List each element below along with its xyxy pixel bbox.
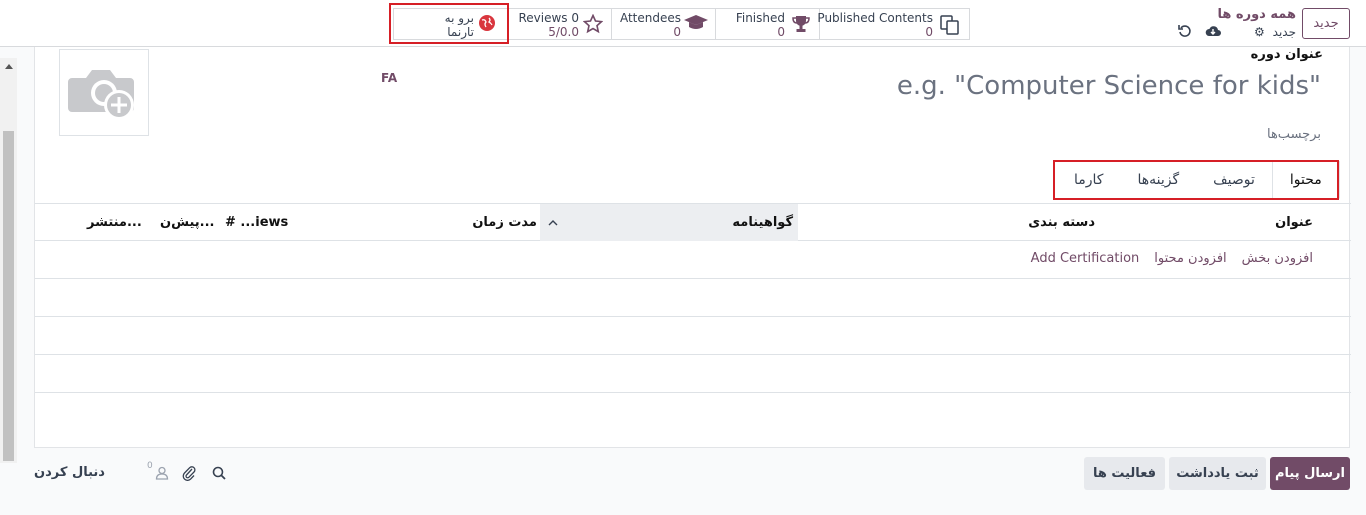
finished-button[interactable]: Finished 0 bbox=[715, 9, 819, 39]
col-preview[interactable]: پیش‌ن... bbox=[160, 204, 215, 241]
form-sheet: عنوان دوره e.g. "Computer Science for ki… bbox=[34, 47, 1351, 448]
chatter-bar: ارسال پیام ثبت یادداشت فعالیت ها 0 دنبال… bbox=[0, 448, 1366, 515]
published-label: Published Contents bbox=[817, 11, 933, 25]
notebook-tabs: محتوا توصیف گزینه‌ها کارما bbox=[1057, 161, 1340, 199]
log-note-button[interactable]: ثبت یادداشت bbox=[1169, 457, 1266, 490]
add-certification-link[interactable]: Add Certification bbox=[1031, 251, 1140, 266]
sort-caret-icon[interactable] bbox=[540, 204, 566, 241]
graduation-cap-icon bbox=[683, 14, 709, 36]
reviews-value: 5/0.0 bbox=[548, 25, 579, 39]
col-category[interactable]: دسته بندی bbox=[1028, 204, 1095, 241]
scroll-up-arrow-icon[interactable] bbox=[5, 64, 13, 69]
content-table-header: عنوان دسته بندی گواهینامه مدت زمان # ...… bbox=[35, 203, 1351, 241]
attendees-button[interactable]: Attendees 0 bbox=[611, 9, 715, 39]
table-row bbox=[35, 279, 1351, 317]
add-links: افزودن بخش افزودن محتوا Add Certificatio… bbox=[1031, 251, 1313, 266]
gear-icon[interactable]: ⚙ bbox=[1254, 25, 1265, 39]
search-icon[interactable] bbox=[210, 464, 228, 482]
camera-add-icon bbox=[68, 70, 134, 120]
followers-button[interactable]: 0 bbox=[145, 461, 171, 482]
save-cloud-icon[interactable] bbox=[1204, 22, 1222, 40]
table-row-add-links: افزودن بخش افزودن محتوا Add Certificatio… bbox=[35, 241, 1351, 279]
follow-button[interactable]: دنبال کردن bbox=[34, 465, 105, 480]
smart-buttons: برو به تارنما Reviews 0 5/0.0 Attendees … bbox=[393, 8, 970, 40]
followers-count: 0 bbox=[147, 461, 153, 471]
col-views[interactable]: # ...iews bbox=[225, 204, 288, 241]
col-published[interactable]: منتشر... bbox=[87, 204, 142, 241]
globe-icon bbox=[478, 14, 496, 36]
course-name-input[interactable]: e.g. "Computer Science for kids" bbox=[897, 71, 1321, 101]
discard-undo-icon[interactable] bbox=[1176, 22, 1194, 40]
tab-karma[interactable]: کارما bbox=[1057, 161, 1120, 199]
attendees-label: Attendees bbox=[619, 11, 681, 25]
table-row bbox=[35, 355, 1351, 393]
tab-content[interactable]: محتوا bbox=[1271, 161, 1340, 199]
course-title-label: عنوان دوره bbox=[1250, 47, 1323, 62]
finished-label: Finished bbox=[735, 11, 785, 25]
breadcrumb-current-label: جدید bbox=[1272, 25, 1296, 39]
col-certification[interactable]: گواهینامه bbox=[540, 204, 798, 241]
col-certification-label: گواهینامه bbox=[732, 215, 793, 230]
website-line2: تارنما bbox=[447, 25, 474, 39]
send-message-button[interactable]: ارسال پیام bbox=[1270, 457, 1350, 490]
reviews-button[interactable]: Reviews 0 5/0.0 bbox=[508, 9, 611, 39]
col-title[interactable]: عنوان bbox=[1275, 204, 1313, 241]
published-contents-button[interactable]: Published Contents 0 bbox=[817, 9, 969, 40]
finished-value: 0 bbox=[777, 25, 785, 39]
website-line1: برو به bbox=[444, 11, 474, 25]
attendees-value: 0 bbox=[673, 25, 681, 39]
star-icon bbox=[582, 13, 604, 38]
copy-icon bbox=[939, 14, 961, 40]
activities-button[interactable]: فعالیت ها bbox=[1084, 457, 1165, 490]
tags-field[interactable]: برچسب‌ها bbox=[1267, 127, 1321, 142]
user-icon bbox=[155, 466, 169, 480]
reviews-label: Reviews 0 bbox=[518, 11, 579, 25]
published-value: 0 bbox=[925, 25, 933, 39]
breadcrumb-parent[interactable]: همه دوره ها bbox=[1200, 7, 1296, 22]
table-row bbox=[35, 317, 1351, 355]
add-content-link[interactable]: افزودن محتوا bbox=[1154, 251, 1226, 266]
control-panel: جدید همه دوره ها جدید ⚙ برو به تارنما Re… bbox=[0, 0, 1366, 47]
website-button[interactable]: برو به تارنما bbox=[394, 9, 508, 39]
language-button[interactable]: FA bbox=[381, 71, 397, 85]
tab-options[interactable]: گزینه‌ها bbox=[1120, 161, 1196, 199]
scrollbar-thumb[interactable] bbox=[3, 131, 14, 461]
course-image-field[interactable] bbox=[59, 49, 149, 136]
col-duration[interactable]: مدت زمان bbox=[472, 204, 537, 241]
tab-description[interactable]: توصیف bbox=[1196, 161, 1272, 199]
new-button[interactable]: جدید bbox=[1302, 8, 1350, 39]
vertical-scrollbar[interactable] bbox=[0, 58, 17, 463]
paperclip-icon[interactable] bbox=[180, 464, 198, 482]
trophy-icon bbox=[791, 14, 811, 38]
add-section-link[interactable]: افزودن بخش bbox=[1242, 251, 1313, 266]
